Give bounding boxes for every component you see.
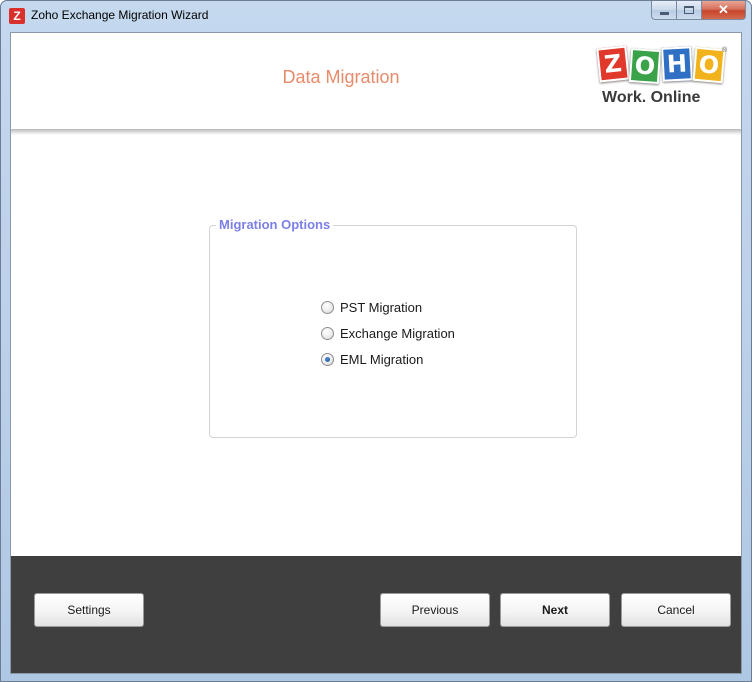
migration-options-legend: Migration Options xyxy=(216,217,334,232)
migration-options-group: Migration Options PST Migration Exchange… xyxy=(209,217,577,438)
zoho-logo: Z O H O ® Work. Online xyxy=(596,45,731,117)
radio-label[interactable]: PST Migration xyxy=(340,300,422,315)
wizard-client-area: Data Migration Z O H O ® Work. Online Mi… xyxy=(10,32,742,674)
header-divider xyxy=(11,129,741,135)
maximize-button[interactable] xyxy=(677,1,702,20)
logo-tagline: Work. Online xyxy=(602,89,701,106)
close-icon: ✕ xyxy=(718,2,729,17)
maximize-icon xyxy=(684,6,694,14)
settings-button[interactable]: Settings xyxy=(34,593,144,627)
trademark-symbol: ® xyxy=(722,47,728,54)
window-title: Zoho Exchange Migration Wizard xyxy=(31,8,209,22)
radio-button-icon[interactable] xyxy=(321,352,334,366)
zoho-app-icon: Z xyxy=(9,8,25,24)
page-title: Data Migration xyxy=(282,67,400,87)
radio-eml-migration[interactable]: EML Migration xyxy=(321,350,423,368)
logo-letter-z: Z xyxy=(596,45,630,83)
minimize-icon xyxy=(659,11,669,15)
radio-selected-dot xyxy=(325,356,330,362)
logo-letter-o-2: O xyxy=(692,46,726,84)
window-controls: ✕ xyxy=(651,1,746,21)
minimize-button[interactable] xyxy=(651,1,677,20)
radio-exchange-migration[interactable]: Exchange Migration xyxy=(321,324,455,342)
logo-letter-o: O xyxy=(628,47,662,85)
radio-label[interactable]: Exchange Migration xyxy=(340,326,455,341)
radio-label[interactable]: EML Migration xyxy=(340,352,423,367)
wizard-window: Z Zoho Exchange Migration Wizard ✕ Data … xyxy=(0,0,752,682)
logo-letter-h: H xyxy=(661,46,693,82)
cancel-button[interactable]: Cancel xyxy=(621,593,731,627)
previous-button[interactable]: Previous xyxy=(380,593,490,627)
next-button[interactable]: Next xyxy=(500,593,610,627)
radio-button-icon[interactable] xyxy=(321,300,334,314)
radio-button-icon[interactable] xyxy=(321,326,334,340)
radio-pst-migration[interactable]: PST Migration xyxy=(321,298,422,316)
wizard-footer: Settings Previous Next Cancel xyxy=(11,556,741,673)
wizard-header: Data Migration Z O H O ® Work. Online xyxy=(11,33,741,130)
zoho-logo-letters: Z O H O xyxy=(596,45,731,85)
title-bar[interactable]: Z Zoho Exchange Migration Wizard ✕ xyxy=(1,1,751,31)
close-button[interactable]: ✕ xyxy=(702,1,746,20)
